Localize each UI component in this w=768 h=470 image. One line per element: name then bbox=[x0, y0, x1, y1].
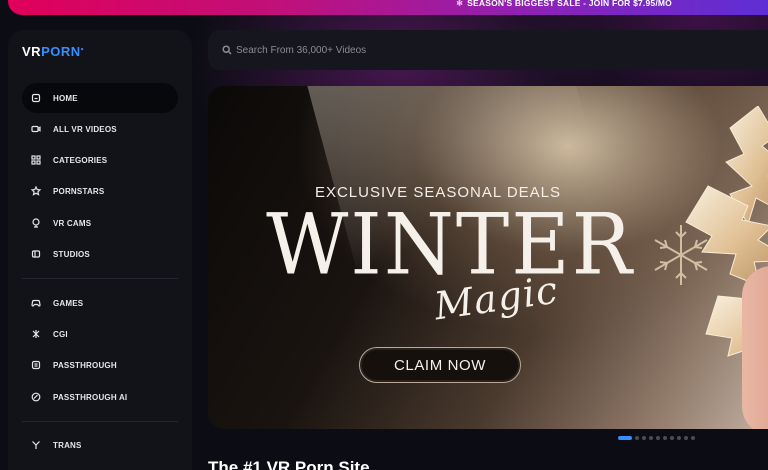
snowflake-icon: ❄ bbox=[455, 0, 464, 8]
promo-text: SEASON'S BIGGEST SALE - JOIN FOR $7.95/M… bbox=[467, 0, 672, 8]
carousel-dot[interactable] bbox=[684, 436, 688, 440]
gamepad-icon bbox=[31, 298, 41, 308]
sidebar-item-studios[interactable]: STUDIOS bbox=[22, 239, 178, 269]
hero-title: WINTER bbox=[266, 195, 634, 294]
sidebar-divider bbox=[22, 278, 178, 279]
carousel-dot[interactable] bbox=[635, 436, 639, 440]
carousel-dot[interactable] bbox=[649, 436, 653, 440]
ai-icon bbox=[31, 392, 41, 402]
grid-icon bbox=[31, 155, 41, 165]
carousel-dot[interactable] bbox=[691, 436, 695, 440]
cgi-icon bbox=[31, 329, 41, 339]
search-bar bbox=[208, 30, 768, 70]
carousel-pagination bbox=[618, 436, 695, 440]
sidebar-item-cgi[interactable]: CGI bbox=[22, 319, 178, 349]
sidebar-divider bbox=[22, 421, 178, 422]
star-icon bbox=[31, 186, 41, 196]
video-icon bbox=[31, 124, 41, 134]
carousel-dot[interactable] bbox=[663, 436, 667, 440]
home-icon bbox=[31, 93, 41, 103]
site-logo[interactable]: VRPORN● bbox=[22, 44, 84, 59]
sidebar-item-passthrough[interactable]: PASSTHROUGH bbox=[22, 350, 178, 380]
carousel-dot[interactable] bbox=[677, 436, 681, 440]
carousel-dot[interactable] bbox=[670, 436, 674, 440]
sidebar-item-trans[interactable]: TRANS bbox=[22, 430, 178, 460]
hero-model-image bbox=[742, 266, 768, 429]
hero-banner[interactable]: EXCLUSIVE SEASONAL DEALS WINTER Magic CL… bbox=[208, 86, 768, 429]
search-icon bbox=[222, 45, 232, 55]
studio-icon bbox=[31, 249, 41, 259]
carousel-dot[interactable] bbox=[618, 436, 632, 440]
sidebar-item-categories[interactable]: CATEGORIES bbox=[22, 145, 178, 175]
sidebar-item-vr-cams[interactable]: VR CAMS bbox=[22, 208, 178, 238]
sidebar-item-games[interactable]: GAMES bbox=[22, 288, 178, 318]
sidebar-item-home[interactable]: HOME bbox=[22, 83, 178, 113]
sidebar-item-pornstars[interactable]: PORNSTARS bbox=[22, 176, 178, 206]
section-title: The #1 VR Porn Site bbox=[208, 458, 370, 470]
sidebar-item-all-vr-videos[interactable]: ALL VR VIDEOS bbox=[22, 114, 178, 144]
webcam-icon bbox=[31, 218, 41, 228]
search-input[interactable] bbox=[236, 44, 536, 56]
carousel-dot[interactable] bbox=[642, 436, 646, 440]
carousel-dot[interactable] bbox=[656, 436, 660, 440]
page: ❄ SEASON'S BIGGEST SALE - JOIN FOR $7.95/… bbox=[0, 0, 768, 470]
sidebar-item-passthrough-ai[interactable]: PASSTHROUGH AI bbox=[22, 382, 178, 412]
promo-banner[interactable]: ❄ SEASON'S BIGGEST SALE - JOIN FOR $7.95/… bbox=[8, 0, 768, 15]
passthrough-icon bbox=[31, 360, 41, 370]
trans-icon bbox=[31, 440, 41, 450]
claim-now-button[interactable]: CLAIM NOW bbox=[359, 347, 521, 383]
